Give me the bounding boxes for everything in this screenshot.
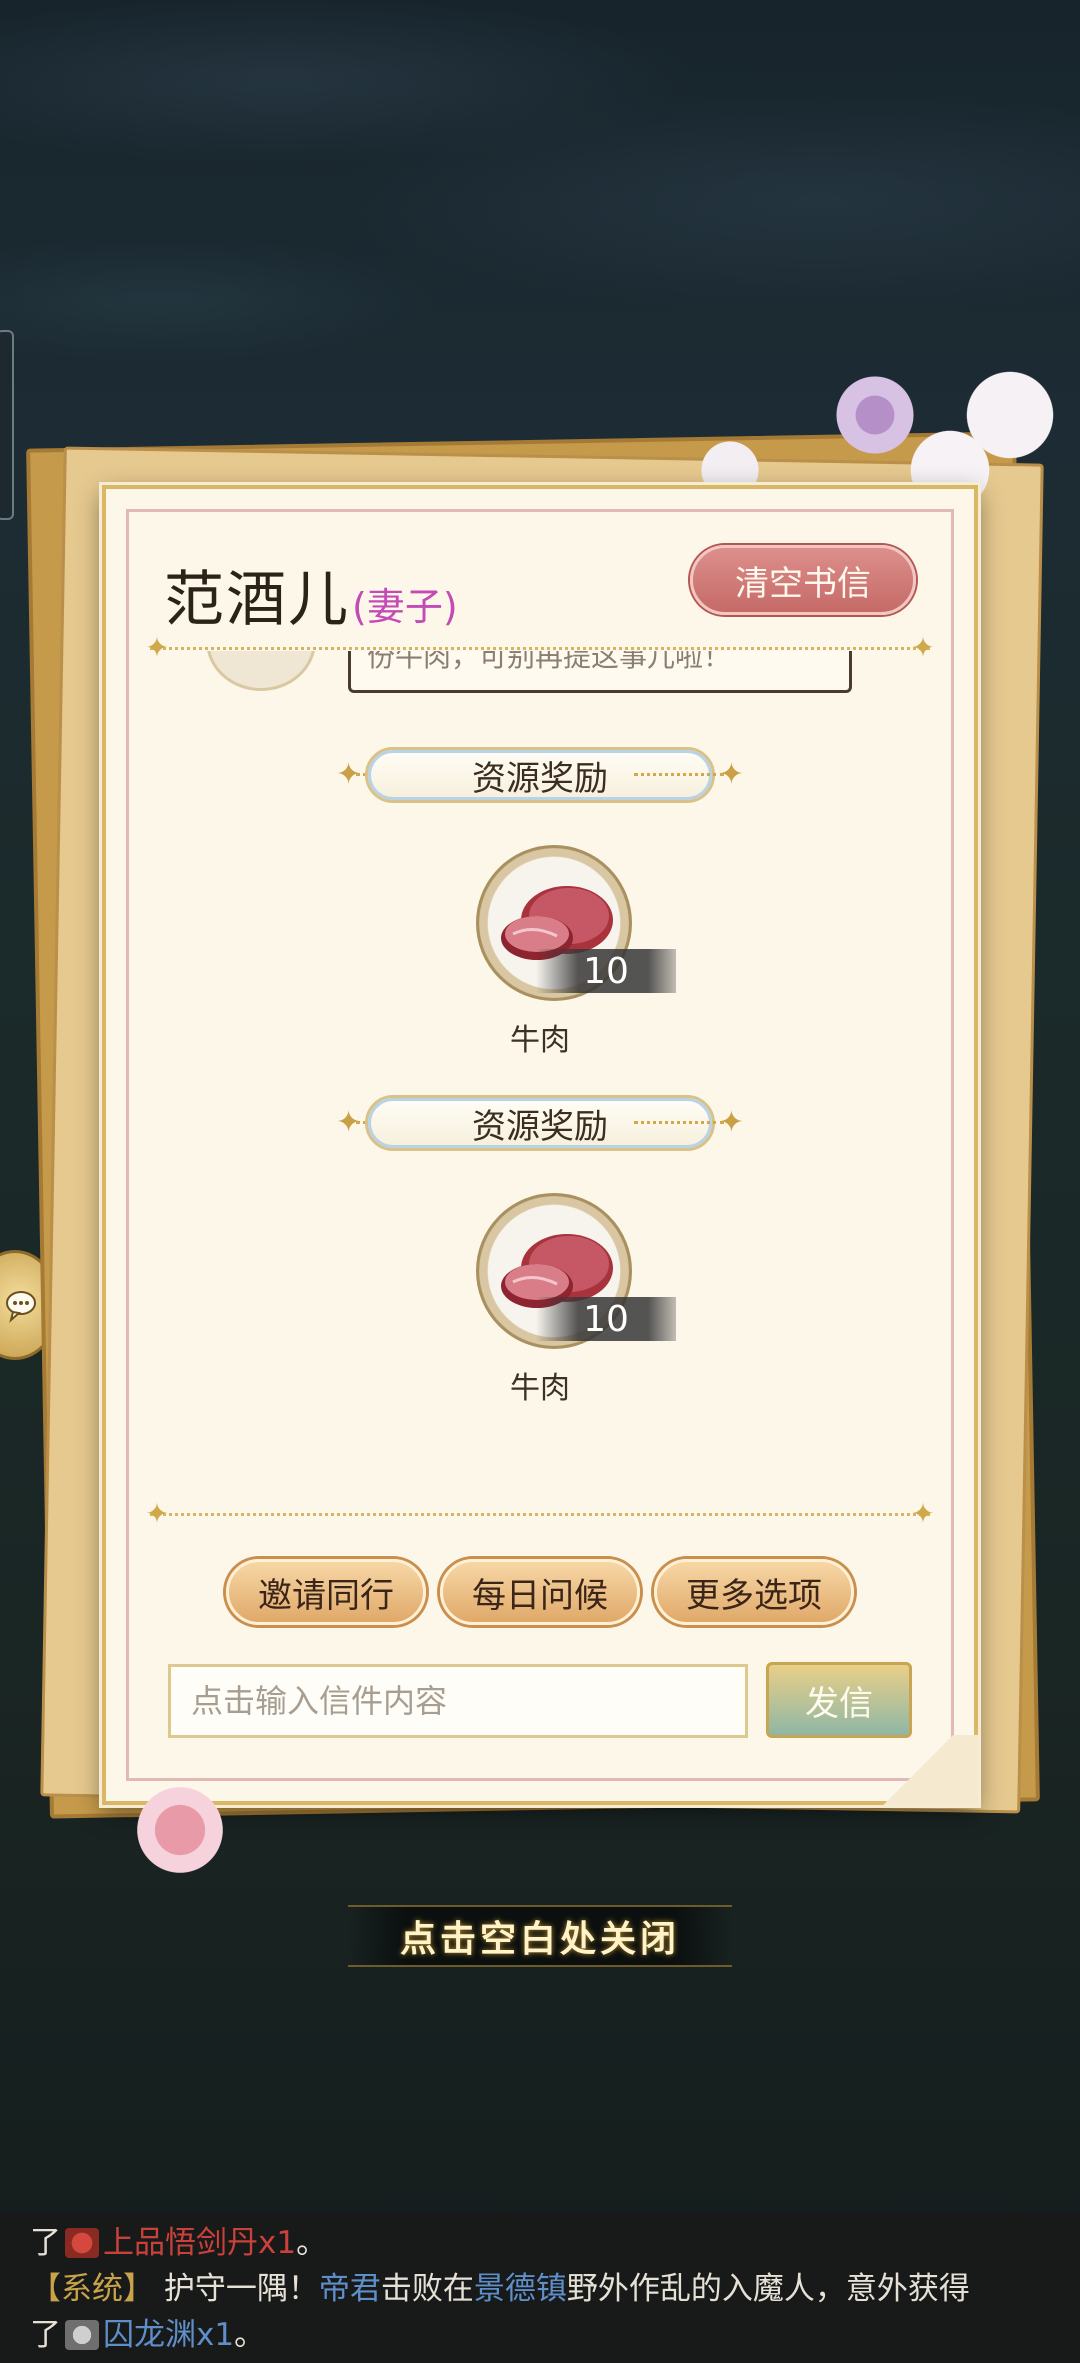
- chat-text: 击败在: [380, 2271, 474, 2307]
- letter-panel: 范酒儿(妻子) 清空书信 ✦ ✦ 份牛肉，可别再提这事儿啦！ ✦ 资源奖励 ✦ 1…: [102, 485, 978, 1805]
- sparkle-icon: ✦: [145, 1497, 169, 1530]
- action-buttons: 邀请同行 每日问候 更多选项: [106, 1559, 974, 1625]
- message-bubble: 份牛肉，可别再提这事儿啦！: [348, 651, 852, 693]
- letter-input[interactable]: [168, 1664, 748, 1738]
- blossom-decoration: [130, 1780, 230, 1880]
- chat-bubble-icon: [6, 1291, 36, 1323]
- reward-item[interactable]: 10 牛肉: [440, 1193, 676, 1406]
- more-options-button[interactable]: 更多选项: [654, 1559, 854, 1625]
- page-curl: [858, 1735, 978, 1805]
- chat-text: 野外作乱的入魔人，意外获得: [566, 2271, 970, 2307]
- reward-item[interactable]: 10 牛肉: [440, 845, 676, 1058]
- item-name: 牛肉: [510, 1371, 570, 1406]
- sender-name: 范酒儿: [164, 565, 350, 635]
- item-quantity: 10: [536, 1297, 676, 1341]
- send-letter-button[interactable]: 发信: [766, 1662, 912, 1738]
- reward-section: ✦ 资源奖励 ✦ 10 牛肉: [146, 1095, 934, 1435]
- sparkle-icon: ✦: [911, 1497, 935, 1530]
- reward-section: ✦ 资源奖励 ✦ 10 牛肉: [146, 747, 934, 1087]
- message-text: 份牛肉，可别再提这事儿啦！: [367, 651, 732, 673]
- heading-line: [634, 773, 724, 776]
- compose-row: 发信: [168, 1662, 912, 1738]
- clear-letters-button[interactable]: 清空书信: [690, 545, 916, 615]
- invite-companion-button[interactable]: 邀请同行: [226, 1559, 426, 1625]
- daily-greeting-button[interactable]: 每日问候: [440, 1559, 640, 1625]
- sender-title: 范酒儿(妻子): [164, 551, 458, 638]
- chat-text: 。: [234, 2317, 266, 2353]
- chat-item-name[interactable]: 囚龙渊x1: [103, 2317, 234, 2353]
- chat-line: 【系统】 护守一隅！帝君击败在景德镇野外作乱的入魔人，意外获得: [30, 2266, 1054, 2312]
- avatar: [206, 651, 316, 691]
- close-hint[interactable]: 点击空白处关闭: [348, 1905, 732, 1967]
- sender-role: (妻子): [352, 585, 458, 629]
- chat-line: 了 囚龙渊x1。: [30, 2312, 1054, 2358]
- sparkle-icon: ✦: [718, 757, 744, 792]
- system-tag: 【系统】: [30, 2271, 154, 2307]
- heading-line: [634, 1121, 724, 1124]
- chat-item-name[interactable]: 上品悟剑丹x1: [103, 2225, 296, 2261]
- side-panel-tab[interactable]: [0, 330, 14, 520]
- item-icon: [65, 2320, 99, 2350]
- chat-text: 护守一隅！: [163, 2271, 319, 2307]
- item-name: 牛肉: [510, 1023, 570, 1058]
- chat-place-name[interactable]: 景德镇: [474, 2271, 567, 2307]
- chat-text: 了: [30, 2317, 61, 2353]
- chat-player-name[interactable]: 帝君: [319, 2271, 381, 2307]
- pill-icon: [65, 2228, 99, 2258]
- chat-text: 了: [30, 2225, 61, 2261]
- item-quantity: 10: [536, 949, 676, 993]
- letter-scroll-area[interactable]: 份牛肉，可别再提这事儿啦！ ✦ 资源奖励 ✦ 10 牛肉 ✦ 资源奖励 ✦ 10…: [146, 651, 934, 1501]
- sparkle-icon: ✦: [718, 1105, 744, 1140]
- chat-log[interactable]: 了上品悟剑丹x1。 【系统】 护守一隅！帝君击败在景德镇野外作乱的入魔人，意外获…: [0, 2212, 1080, 2363]
- chat-line: 了 上品悟剑丹x1。: [30, 2220, 1054, 2266]
- chat-text: 。: [296, 2225, 328, 2261]
- footer-divider: ✦ ✦: [145, 1499, 934, 1529]
